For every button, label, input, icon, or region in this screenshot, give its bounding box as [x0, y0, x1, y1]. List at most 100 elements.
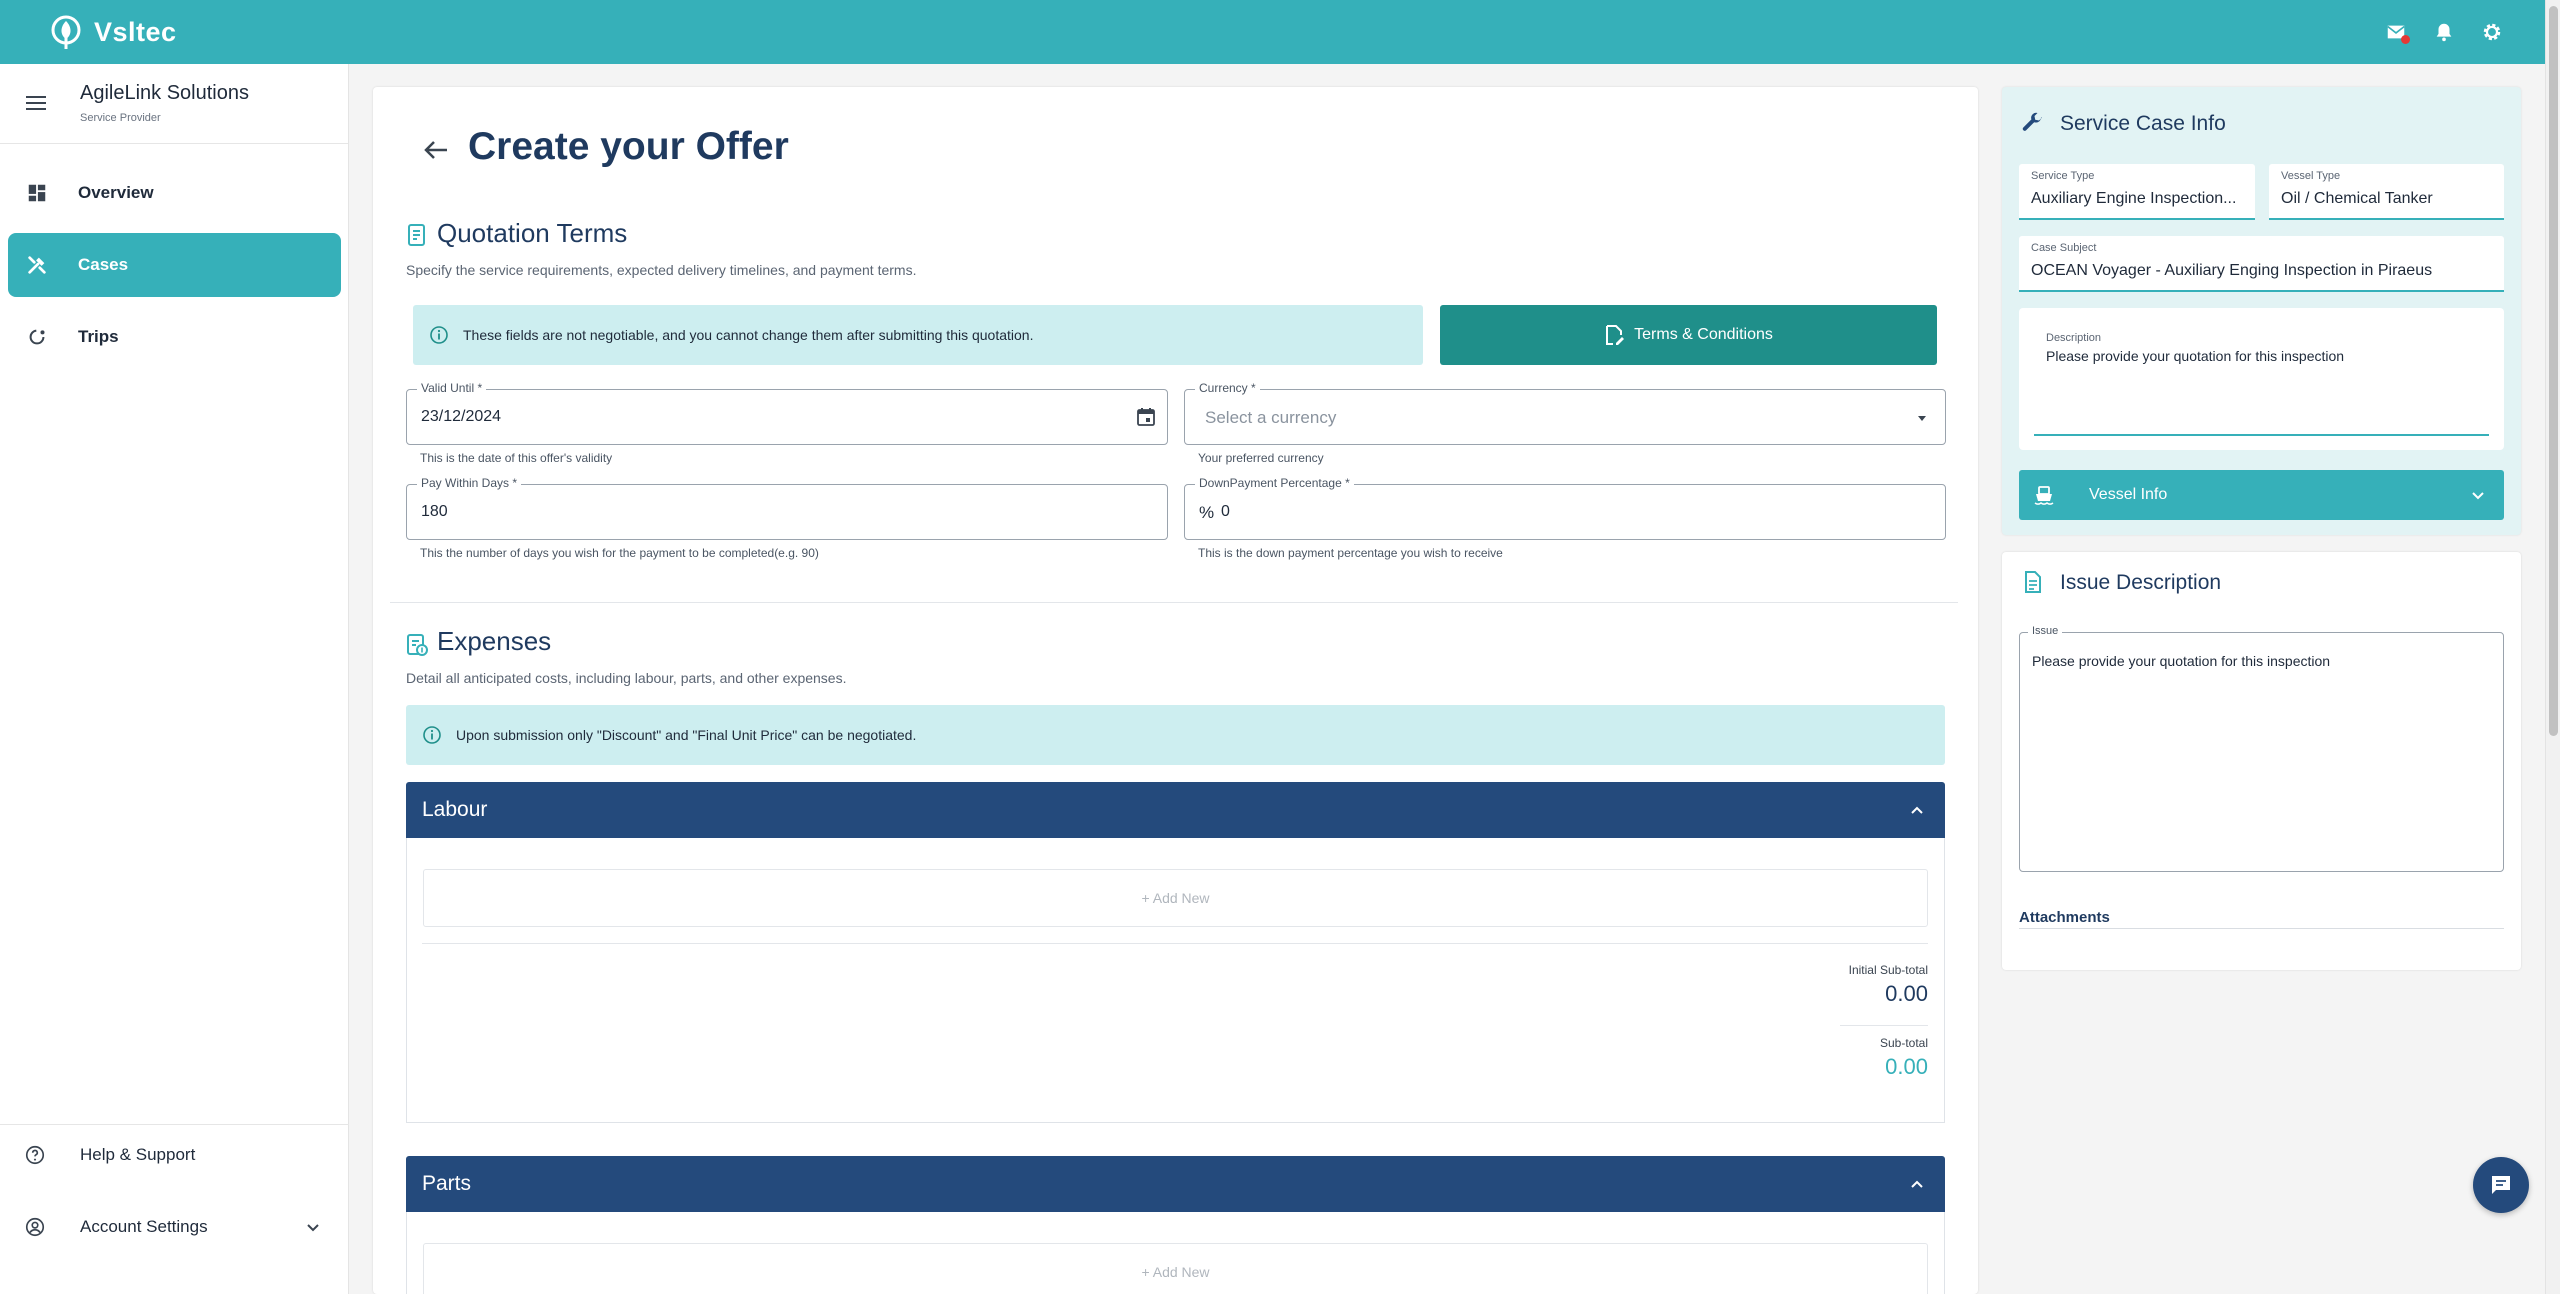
page-scrollbar[interactable] — [2545, 0, 2560, 1294]
initial-subtotal-label: Initial Sub-total — [1848, 963, 1928, 977]
help-support-link[interactable]: Help & Support — [0, 1125, 349, 1185]
top-app-bar: Vsltec — [0, 0, 2545, 64]
valid-until-helper: This is the date of this offer's validit… — [420, 451, 613, 465]
service-type-value: Auxiliary Engine Inspection... — [2031, 190, 2237, 207]
mail-icon[interactable] — [2385, 21, 2410, 44]
bell-icon[interactable] — [2433, 21, 2455, 43]
chevron-up-icon — [1911, 1180, 1923, 1188]
parts-accordion-body: + Add New — [406, 1212, 1945, 1294]
parts-add-new-button[interactable]: + Add New — [423, 1243, 1928, 1294]
brand-logo-icon — [51, 15, 81, 49]
subtotal-divider — [422, 943, 1928, 944]
down-payment-value: 0 — [1221, 503, 1230, 520]
chevron-up-icon — [1911, 806, 1923, 814]
pay-within-days-value: 180 — [421, 503, 448, 520]
subtotal-label: Sub-total — [1879, 1036, 1928, 1050]
percent-prefix: % — [1199, 503, 1215, 522]
sidebar-item-label: Trips — [78, 327, 119, 346]
subtotal-value: 0.00 — [1885, 1054, 1928, 1079]
chat-button[interactable] — [2473, 1157, 2529, 1213]
wrench-icon — [2022, 112, 2042, 131]
service-type-label: Service Type — [2031, 170, 2095, 182]
menu-icon[interactable] — [26, 96, 46, 110]
help-support-label: Help & Support — [80, 1145, 196, 1164]
description-label: Description — [2046, 332, 2102, 344]
unread-indicator — [2401, 35, 2410, 44]
valid-until-value: 23/12/2024 — [421, 408, 502, 425]
offer-form-card: Create your Offer Quotation Terms Specif… — [373, 87, 1978, 1294]
info-icon — [430, 326, 448, 344]
sidebar-item-overview[interactable]: Overview — [8, 161, 341, 225]
brand-name: Vsltec — [94, 16, 177, 47]
non-negotiable-notice: These fields are not negotiable, and you… — [413, 305, 1423, 365]
account-settings-label: Account Settings — [80, 1217, 208, 1236]
chat-icon — [2492, 1176, 2510, 1194]
issue-value: Please provide your quotation for this i… — [2032, 653, 2331, 669]
terms-conditions-button[interactable]: Terms & Conditions — [1440, 305, 1937, 365]
dashboard-icon — [28, 184, 46, 202]
description-value: Please provide your quotation for this i… — [2046, 348, 2345, 364]
sidebar-item-label: Cases — [78, 255, 129, 274]
labour-add-new-button[interactable]: + Add New — [423, 869, 1928, 927]
down-payment-label: DownPayment Percentage * — [1195, 476, 1354, 490]
expenses-subtitle: Detail all anticipated costs, including … — [406, 670, 847, 686]
negotiation-notice: Upon submission only "Discount" and "Fin… — [406, 705, 1945, 765]
labour-accordion-body: + Add New Initial Sub-total 0.00 Sub-tot… — [406, 838, 1945, 1123]
page-title: Create your Offer — [468, 125, 789, 168]
vessel-info-label: Vessel Info — [2089, 486, 2168, 503]
case-subject-field: Case Subject OCEAN Voyager - Auxiliary E… — [2019, 236, 2504, 292]
vessel-type-value: Oil / Chemical Tanker — [2281, 190, 2433, 207]
description-field: Description Please provide your quotatio… — [2019, 308, 2504, 450]
route-icon — [29, 329, 45, 345]
down-payment-helper: This is the down payment percentage you … — [1198, 546, 1503, 560]
valid-until-field[interactable]: Valid Until * 23/12/2024 — [406, 381, 1168, 445]
sidebar-item-cases[interactable]: Cases — [8, 233, 341, 297]
organization-role: Service Provider — [80, 112, 161, 124]
gear-icon[interactable] — [2481, 21, 2503, 43]
calendar-icon[interactable] — [1135, 406, 1157, 428]
pay-within-days-label: Pay Within Days * — [417, 476, 522, 490]
expenses-title: Expenses — [437, 626, 552, 656]
pay-within-days-helper: This the number of days you wish for the… — [420, 546, 819, 560]
chevron-down-icon — [307, 1224, 319, 1232]
down-payment-field[interactable]: DownPayment Percentage * % 0 — [1184, 476, 1946, 540]
chevron-down-icon — [2472, 492, 2484, 500]
service-type-field: Service Type Auxiliary Engine Inspection… — [2019, 164, 2255, 220]
parts-accordion-header[interactable]: Parts — [406, 1156, 1945, 1212]
add-new-label: + Add New — [1141, 1264, 1210, 1280]
currency-helper: Your preferred currency — [1198, 451, 1324, 465]
info-icon — [423, 726, 441, 744]
sidebar-item-trips[interactable]: Trips — [8, 305, 341, 369]
pay-within-days-field[interactable]: Pay Within Days * 180 — [406, 476, 1168, 540]
case-subject-value: OCEAN Voyager - Auxiliary Enging Inspect… — [2031, 262, 2433, 279]
brand-logo[interactable]: Vsltec — [50, 15, 177, 49]
organization-name: AgileLink Solutions — [80, 82, 249, 104]
account-settings-link[interactable]: Account Settings — [0, 1197, 349, 1257]
parts-title: Parts — [422, 1172, 472, 1195]
notice-text: These fields are not negotiable, and you… — [463, 327, 1034, 343]
quotation-terms-subtitle: Specify the service requirements, expect… — [406, 262, 917, 278]
currency-label: Currency * — [1195, 381, 1260, 395]
subtotal-rule — [1840, 1025, 1928, 1026]
scrollbar-thumb[interactable] — [2549, 6, 2558, 736]
service-case-info-title: Service Case Info — [2060, 112, 2226, 135]
notice-text: Upon submission only "Discount" and "Fin… — [456, 727, 917, 743]
account-icon — [25, 1217, 45, 1237]
document-sign-icon — [1606, 325, 1625, 345]
vessel-info-toggle[interactable]: Vessel Info — [2019, 470, 2504, 520]
document-icon — [2025, 571, 2041, 593]
initial-subtotal-value: 0.00 — [1885, 981, 1928, 1006]
attachments-label[interactable]: Attachments — [2019, 909, 2504, 929]
document-icon — [408, 224, 425, 246]
labour-accordion-header[interactable]: Labour — [406, 782, 1945, 838]
service-case-info-panel: Service Case Info Service Type Auxiliary… — [2002, 87, 2521, 535]
ship-icon — [2034, 486, 2054, 505]
vessel-type-label: Vessel Type — [2281, 170, 2341, 182]
currency-select[interactable]: Currency * Select a currency — [1184, 381, 1946, 445]
tools-icon — [28, 256, 46, 274]
organization-header: AgileLink Solutions Service Provider — [0, 64, 348, 144]
back-arrow-icon[interactable] — [421, 135, 451, 165]
expenses-icon — [407, 634, 428, 656]
valid-until-label: Valid Until * — [417, 381, 487, 395]
vessel-type-field: Vessel Type Oil / Chemical Tanker — [2269, 164, 2504, 220]
